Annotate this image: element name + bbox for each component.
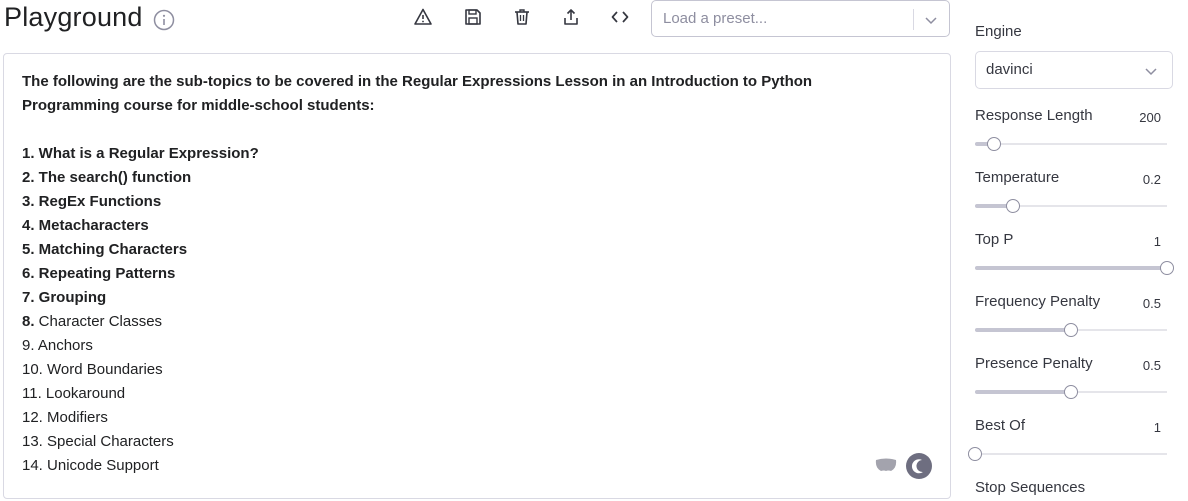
preset-select[interactable]: Load a preset... xyxy=(651,0,950,37)
preset-divider xyxy=(913,9,914,30)
best-of-slider[interactable] xyxy=(968,447,1167,461)
presence-penalty-slider[interactable] xyxy=(975,385,1167,399)
top-p-slider[interactable] xyxy=(975,261,1174,275)
prompt-line: 13. Special Characters xyxy=(22,433,174,450)
prompt-line: 10. Word Boundaries xyxy=(22,361,163,378)
prompt-line: 4. Metacharacters xyxy=(22,217,149,234)
slider-thumb[interactable] xyxy=(1006,199,1021,213)
prompt-line: Programming course for middle-school stu… xyxy=(22,97,375,114)
prompt-line: 9. Anchors xyxy=(22,337,93,354)
prompt-line: 8. Character Classes xyxy=(22,310,922,334)
prompt-line: 6. Repeating Patterns xyxy=(22,265,176,282)
settings-sidebar: Engine davinci Response Length 200 Tempe… xyxy=(968,0,1188,501)
temperature-slider[interactable] xyxy=(975,199,1167,213)
prompt-text[interactable]: The following are the sub-topics to be c… xyxy=(22,70,922,478)
theme-toggle-icon[interactable] xyxy=(906,453,932,479)
presence-penalty-value: 0.5 xyxy=(1142,358,1161,373)
report-button[interactable] xyxy=(410,6,436,32)
view-code-button[interactable] xyxy=(607,6,633,32)
prompt-line: 11. Lookaround xyxy=(22,385,126,402)
preset-placeholder: Load a preset... xyxy=(663,10,768,27)
save-icon xyxy=(463,7,483,32)
prompt-line: 7. Grouping xyxy=(22,289,107,306)
best-of-label: Best Of xyxy=(975,417,1026,434)
engine-label: Engine xyxy=(975,23,1022,40)
response-length-slider[interactable] xyxy=(975,137,1167,151)
temperature-label: Temperature xyxy=(975,169,1060,186)
top-p-label: Top P xyxy=(975,231,1014,248)
prompt-line: 5. Matching Characters xyxy=(22,241,188,258)
presence-penalty-label: Presence Penalty xyxy=(975,355,1093,372)
prompt-line: 14. Unicode Support xyxy=(22,457,159,474)
engine-value: davinci xyxy=(986,61,1033,78)
chevron-down-icon[interactable] xyxy=(922,11,940,29)
prompt-editor[interactable]: The following are the sub-topics to be c… xyxy=(3,53,951,499)
slider-thumb[interactable] xyxy=(1160,261,1174,275)
frequency-penalty-value: 0.5 xyxy=(1142,296,1161,311)
engine-select[interactable]: davinci xyxy=(975,51,1173,89)
delete-button[interactable] xyxy=(509,6,535,32)
mask-icon[interactable] xyxy=(873,454,899,476)
slider-thumb[interactable] xyxy=(987,137,1002,151)
prompt-line: 1. What is a Regular Expression? xyxy=(22,145,259,162)
prompt-line-rest: Character Classes xyxy=(34,313,163,330)
share-icon xyxy=(561,7,581,32)
response-length-value: 200 xyxy=(1139,110,1161,125)
save-button[interactable] xyxy=(460,6,486,32)
chevron-down-icon xyxy=(1142,62,1160,80)
prompt-line: 3. RegEx Functions xyxy=(22,193,162,210)
best-of-value: 1 xyxy=(1153,420,1161,435)
code-icon xyxy=(610,7,630,32)
slider-thumb[interactable] xyxy=(1064,385,1078,399)
prompt-line: 2. The search() function xyxy=(22,169,192,186)
header: Playground Load a preset... xyxy=(0,0,960,44)
stop-sequences-label: Stop Sequences xyxy=(975,479,1086,496)
top-p-value: 1 xyxy=(1153,234,1161,249)
prompt-line xyxy=(22,118,922,142)
prompt-line: The following are the sub-topics to be c… xyxy=(22,73,813,90)
prompt-line: 12. Modifiers xyxy=(22,409,108,426)
frequency-penalty-slider[interactable] xyxy=(975,323,1167,337)
info-icon[interactable] xyxy=(153,9,175,31)
trash-icon xyxy=(512,7,532,32)
prompt-line-bold: 8. xyxy=(22,313,35,330)
share-button[interactable] xyxy=(558,6,584,32)
slider-thumb[interactable] xyxy=(968,447,982,461)
slider-thumb[interactable] xyxy=(1064,323,1078,337)
temperature-value: 0.2 xyxy=(1142,172,1161,187)
frequency-penalty-label: Frequency Penalty xyxy=(975,293,1101,310)
warning-icon xyxy=(413,7,433,32)
page-title: Playground xyxy=(4,2,143,32)
response-length-label: Response Length xyxy=(975,107,1093,124)
